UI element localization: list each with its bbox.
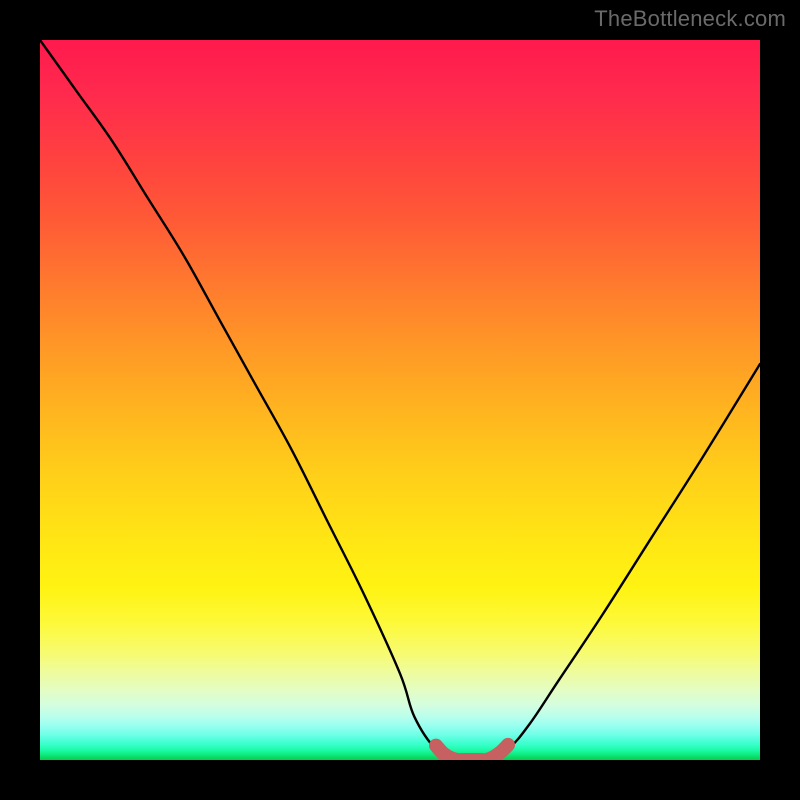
- plot-area: [40, 40, 760, 760]
- chart-svg: [40, 40, 760, 760]
- optimal-marker: [436, 745, 508, 760]
- watermark-text: TheBottleneck.com: [594, 6, 786, 32]
- chart-frame: TheBottleneck.com: [0, 0, 800, 800]
- bottleneck-curve: [40, 40, 760, 760]
